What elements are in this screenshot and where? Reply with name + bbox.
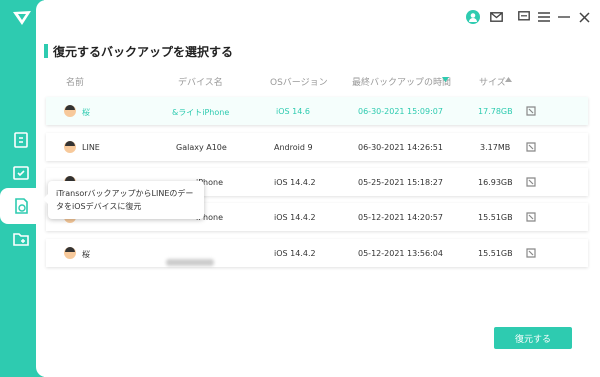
avatar bbox=[64, 247, 76, 259]
title-accent-bar bbox=[44, 44, 48, 58]
page-title: 復元するバックアップを選択する bbox=[53, 45, 234, 59]
row-os: iOS 14.4.2 bbox=[274, 178, 316, 187]
column-device[interactable]: デバイス名 bbox=[178, 75, 223, 88]
export-row-icon[interactable] bbox=[526, 177, 536, 187]
row-os: iOS 14.4.2 bbox=[274, 213, 316, 222]
sort-asc-icon bbox=[505, 77, 512, 82]
close-icon[interactable] bbox=[577, 9, 591, 25]
row-name: 桜 bbox=[82, 108, 90, 117]
row-device: &ライトiPhone bbox=[172, 108, 230, 117]
table-row[interactable]: 桜 &ライトiPhone iOS 14.6 06-30-2021 15:09:0… bbox=[46, 97, 588, 125]
column-time[interactable]: 最終バックアップの時間 bbox=[352, 75, 451, 88]
row-time: 06-30-2021 15:09:07 bbox=[358, 107, 443, 116]
avatar bbox=[64, 105, 76, 117]
row-os: iOS 14.4.2 bbox=[274, 249, 316, 258]
feedback-icon[interactable] bbox=[517, 9, 531, 25]
minimize-icon[interactable] bbox=[557, 9, 571, 25]
row-size: 17.78GB bbox=[478, 107, 513, 116]
app-logo-icon bbox=[13, 11, 31, 25]
column-os[interactable]: OSバージョン bbox=[270, 75, 328, 88]
avatar bbox=[64, 141, 76, 153]
row-size: 15.51GB bbox=[478, 249, 513, 258]
restore-tooltip: iTransorバックアップからLINEのデータをiOSデバイスに復元 bbox=[43, 181, 204, 219]
table-row[interactable]: 桜 iOS 14.4.2 05-12-2021 13:56:04 15.51GB bbox=[46, 239, 588, 267]
user-icon[interactable] bbox=[465, 9, 481, 25]
export-row-icon[interactable] bbox=[526, 106, 536, 116]
backup-icon[interactable] bbox=[11, 163, 31, 183]
export-row-icon[interactable] bbox=[526, 248, 536, 258]
row-size: 3.17MB bbox=[480, 143, 511, 152]
column-size-label: サイズ bbox=[479, 78, 506, 88]
row-time: 05-25-2021 15:18:27 bbox=[358, 178, 443, 187]
row-size: 16.93GB bbox=[478, 178, 513, 187]
restore-icon[interactable] bbox=[11, 196, 31, 216]
row-device: Galaxy A10e bbox=[176, 143, 227, 152]
restore-button[interactable]: 復元する bbox=[494, 327, 572, 349]
row-time: 05-12-2021 13:56:04 bbox=[358, 249, 443, 258]
column-size[interactable]: サイズ bbox=[479, 75, 512, 88]
export-icon[interactable] bbox=[11, 229, 31, 249]
column-name[interactable]: 名前 bbox=[66, 75, 84, 88]
row-size: 15.51GB bbox=[478, 213, 513, 222]
mail-icon[interactable] bbox=[488, 9, 504, 25]
export-row-icon[interactable] bbox=[526, 212, 536, 222]
table-row[interactable]: LINE Galaxy A10e Android 9 06-30-2021 14… bbox=[46, 133, 588, 161]
menu-icon[interactable] bbox=[537, 9, 551, 25]
column-time-label: 最終バックアップの時間 bbox=[352, 78, 452, 88]
row-time: 05-12-2021 14:20:57 bbox=[358, 213, 443, 222]
row-os: iOS 14.6 bbox=[276, 107, 310, 116]
table-header: 名前 デバイス名 OSバージョン 最終バックアップの時間 サイズ bbox=[46, 72, 588, 90]
row-name: LINE bbox=[82, 143, 100, 152]
row-time: 06-30-2021 14:26:51 bbox=[358, 143, 443, 152]
sort-desc-icon bbox=[442, 77, 449, 82]
row-os: Android 9 bbox=[274, 143, 313, 152]
export-row-icon[interactable] bbox=[526, 142, 536, 152]
device-transfer-icon[interactable] bbox=[11, 130, 31, 150]
row-name: 桜 bbox=[82, 250, 90, 259]
